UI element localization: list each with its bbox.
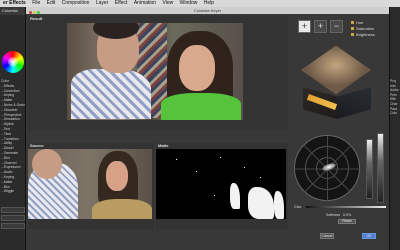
matte-viewer: Matte (156, 143, 288, 229)
panel-item[interactable]: Colo (390, 111, 399, 116)
level-slider[interactable] (377, 133, 384, 203)
result-image[interactable] (67, 23, 243, 120)
matte-speck (214, 195, 215, 196)
menu-view[interactable]: View (162, 0, 173, 7)
menu-edit[interactable]: Edit (47, 0, 56, 7)
person-face (179, 45, 215, 91)
effects-panel: Colorista Color ...Effects ...Correction..… (0, 7, 26, 250)
choke-label: Cho (294, 204, 302, 209)
menu-file[interactable]: File (32, 0, 40, 7)
vectorscope[interactable] (294, 135, 361, 202)
result-label: Result (30, 16, 43, 21)
effect-item[interactable]: ...Wiggle (1, 189, 25, 194)
pick-color-button[interactable]: + (298, 20, 311, 33)
matte-image[interactable] (156, 149, 286, 219)
channel-checks: Hue Saturation Brightness (351, 20, 375, 38)
color-wheel-icon[interactable] (2, 51, 24, 73)
choke-track[interactable] (306, 206, 386, 208)
color-cube[interactable] (297, 45, 375, 125)
matte-speck (260, 177, 261, 178)
menu-help[interactable]: Help (204, 0, 214, 7)
cube-face (337, 87, 371, 119)
person-shirt (161, 93, 241, 120)
matte-speck (196, 171, 197, 172)
matte-speck (220, 157, 221, 158)
softness-control[interactable]: Softness 0.0% (326, 213, 351, 217)
add-color-button[interactable]: + (314, 20, 327, 33)
person-head (32, 149, 62, 179)
check-label: Saturation (356, 26, 375, 31)
subtract-color-button[interactable]: − (330, 20, 343, 33)
checkbox-icon[interactable] (351, 21, 354, 25)
source-image[interactable] (28, 149, 152, 219)
right-panel-list: Proj Info Audio Prev Effe Char Para Colo (390, 79, 399, 116)
matte-region (274, 191, 284, 219)
menu-effect[interactable]: Effect (115, 0, 128, 7)
check-label: Hue (356, 20, 364, 25)
checkbox-icon[interactable] (351, 27, 354, 31)
keyer-window: Colorista Keyer Result Source Matte + + … (26, 7, 389, 250)
check-label: Brightness (356, 32, 375, 37)
matte-region (248, 187, 274, 219)
reset-button[interactable]: Reset (338, 219, 356, 224)
menu-layer[interactable]: Layer (96, 0, 109, 7)
menu-composition[interactable]: Composition (62, 0, 90, 7)
close-icon[interactable] (29, 11, 32, 14)
right-panel: Proj Info Audio Prev Effe Char Para Colo (389, 7, 400, 250)
menu-animation[interactable]: Animation (134, 0, 156, 7)
checkbox-icon[interactable] (351, 33, 354, 37)
window-title: Colorista Keyer (193, 8, 222, 13)
cancel-button[interactable]: Cancel (320, 233, 334, 239)
person-shirt (71, 69, 151, 119)
panel-button[interactable] (1, 223, 25, 229)
panel-button[interactable] (1, 207, 25, 213)
zoom-icon[interactable] (37, 11, 40, 14)
softness-label: Softness (326, 213, 340, 217)
check-brightness[interactable]: Brightness (351, 32, 375, 38)
matte-speck (176, 159, 177, 160)
matte-region (230, 183, 240, 209)
menu-bar: er Effects File Edit Composition Layer E… (0, 0, 400, 7)
choke-slider[interactable]: Cho (294, 204, 388, 210)
person-face (106, 161, 128, 191)
app-menu[interactable]: er Effects (3, 0, 26, 7)
ok-button[interactable]: OK (362, 233, 376, 239)
window-controls (29, 9, 41, 16)
effects-list: Color ...Effects ...Correction ...Keying...… (1, 79, 25, 194)
source-viewer: Source (28, 143, 154, 229)
cube-face (301, 45, 371, 95)
softness-value[interactable]: 0.0% (343, 213, 351, 217)
person-shirt (92, 199, 152, 219)
window-titlebar: Colorista Keyer (26, 7, 389, 14)
matte-speck (244, 167, 245, 168)
minimize-icon[interactable] (33, 11, 36, 14)
result-viewer: Result (28, 16, 288, 130)
panel-header: Colorista (0, 7, 25, 15)
menu-window[interactable]: Window (180, 0, 198, 7)
panel-button[interactable] (1, 215, 25, 221)
panel-buttons (1, 207, 25, 231)
luma-slider[interactable] (366, 139, 373, 199)
